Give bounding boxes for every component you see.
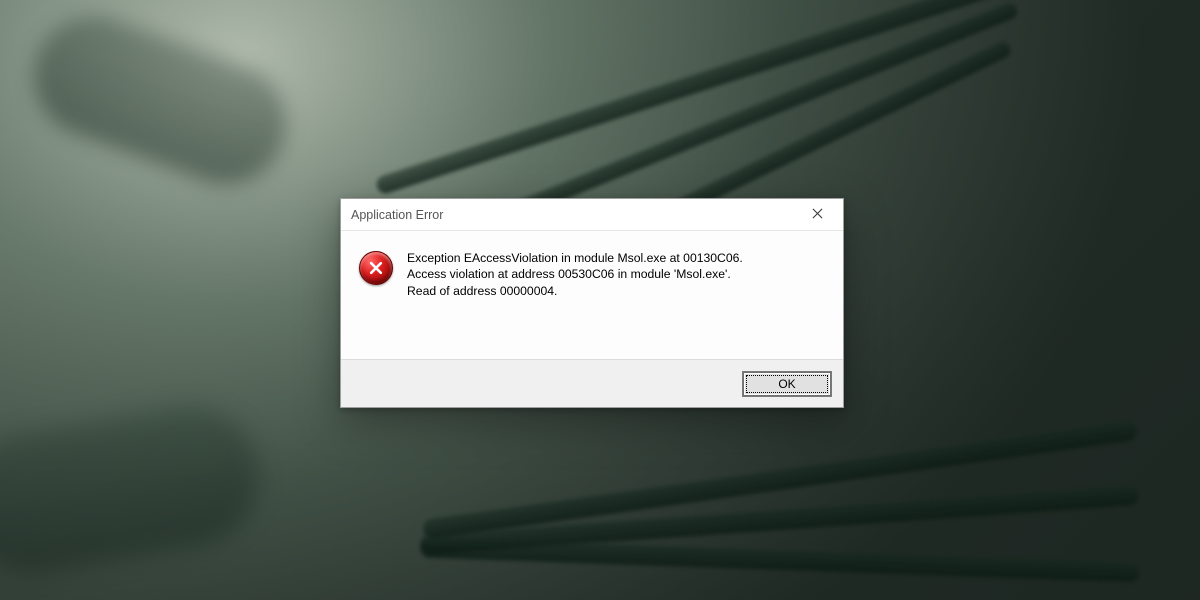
close-button[interactable] — [799, 203, 835, 227]
ok-button[interactable]: OK — [743, 372, 831, 396]
dialog-title: Application Error — [351, 208, 443, 222]
dialog-button-row: OK — [341, 359, 843, 407]
background-frond — [17, 0, 302, 201]
background-frond — [420, 537, 1140, 582]
error-message: Exception EAccessViolation in module Mso… — [407, 249, 743, 347]
close-icon — [812, 206, 823, 224]
dialog-content: Exception EAccessViolation in module Mso… — [341, 231, 843, 359]
error-icon — [359, 251, 393, 285]
dialog-titlebar[interactable]: Application Error — [341, 199, 843, 231]
error-dialog: Application Error Exception EAccessViola… — [340, 198, 844, 408]
background-frond — [0, 395, 270, 585]
